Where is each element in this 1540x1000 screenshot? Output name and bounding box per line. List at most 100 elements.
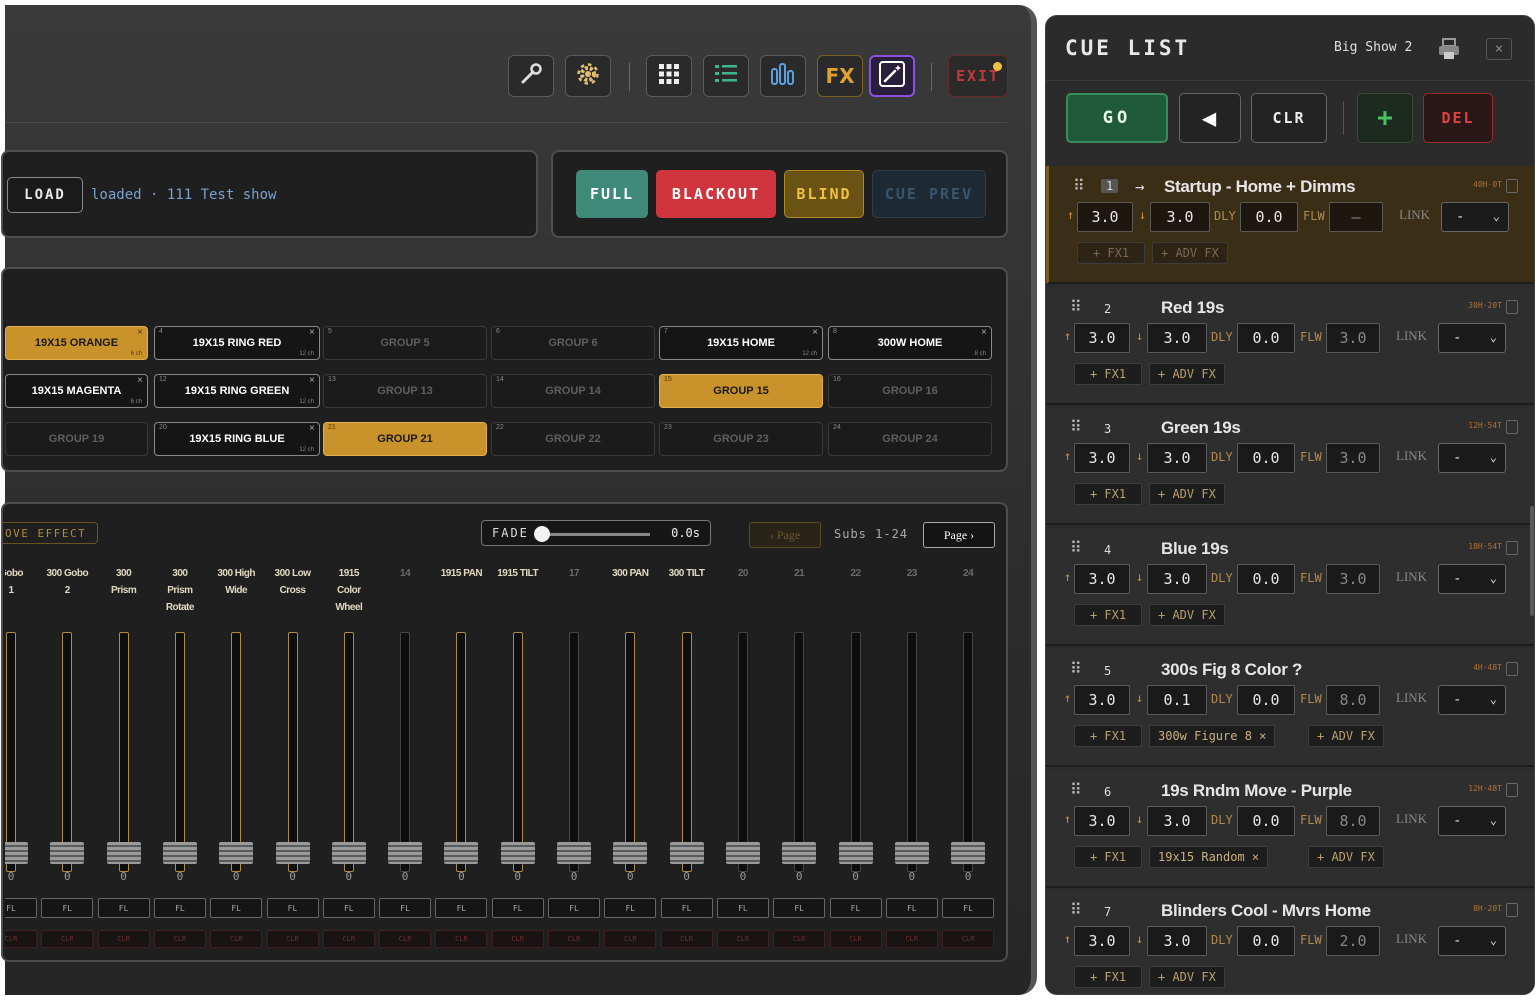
follow-input[interactable]: 3.0 xyxy=(1326,443,1380,474)
fader-knob[interactable] xyxy=(219,842,254,864)
add-fx1-button[interactable]: + FX1 xyxy=(1074,966,1142,989)
fader-track[interactable] xyxy=(512,632,523,872)
drag-handle-icon[interactable]: ⠿ xyxy=(1070,297,1082,316)
fade-up-input[interactable]: 3.0 xyxy=(1077,202,1133,232)
add-fx1-button[interactable]: + FX1 xyxy=(1074,604,1142,627)
fader-track[interactable] xyxy=(737,632,748,872)
drag-handle-icon[interactable]: ⠿ xyxy=(1070,538,1082,557)
fader-track[interactable] xyxy=(625,632,636,872)
back-button[interactable]: ◀ xyxy=(1179,93,1241,143)
link-select[interactable]: - ⌄ xyxy=(1438,805,1506,836)
fade-down-input[interactable]: 3.0 xyxy=(1147,443,1207,474)
cue-row[interactable]: ⠿ 3 Green 19s 12H·54T ↑ 3.0 ↓ 3.0 DLY 0.0 FLW 3.0 LI… xyxy=(1046,407,1534,526)
fader-knob[interactable] xyxy=(613,842,648,864)
delay-input[interactable]: 0.0 xyxy=(1240,202,1298,232)
flash-button[interactable]: FL xyxy=(829,898,882,918)
fader-knob[interactable] xyxy=(106,842,141,864)
fader-knob[interactable] xyxy=(725,842,760,864)
flash-button[interactable]: FL xyxy=(885,898,938,918)
flash-button[interactable]: FL xyxy=(210,898,263,918)
fade-up-input[interactable]: 3.0 xyxy=(1074,805,1130,836)
fader-clear-button[interactable]: CLR xyxy=(773,930,826,948)
flash-button[interactable]: FL xyxy=(41,898,94,918)
fader-track[interactable] xyxy=(287,632,298,872)
assigned-effect-chip[interactable]: 300w Figure 8 × xyxy=(1149,724,1276,747)
add-fx1-button[interactable]: + FX1 xyxy=(1074,362,1142,385)
link-select[interactable]: - ⌄ xyxy=(1438,322,1506,353)
cue-select-checkbox[interactable] xyxy=(1506,661,1518,676)
fader-knob[interactable] xyxy=(557,842,591,864)
cue-row[interactable]: ⠿ 6 19s Rndm Move - Purple 12H·48T ↑ 3.0 ↓ 3.0 D… xyxy=(1046,769,1534,888)
follow-input[interactable]: 3.0 xyxy=(1326,564,1380,595)
fade-down-input[interactable]: 3.0 xyxy=(1150,202,1210,232)
follow-input[interactable]: 2.0 xyxy=(1326,926,1380,957)
link-select[interactable]: - ⌄ xyxy=(1438,684,1506,715)
delete-cue-button[interactable]: DEL xyxy=(1423,93,1493,143)
fader-track[interactable] xyxy=(456,632,467,872)
fader-clear-button[interactable]: CLR xyxy=(266,930,319,948)
add-fx1-button[interactable]: + FX1 xyxy=(1074,724,1142,747)
drag-handle-icon[interactable]: ⠿ xyxy=(1073,176,1085,195)
fade-down-input[interactable]: 3.0 xyxy=(1147,564,1207,595)
fader-knob[interactable] xyxy=(500,842,535,864)
fader-track[interactable] xyxy=(343,632,354,872)
add-adv-fx-button[interactable]: + ADV FX xyxy=(1308,724,1384,747)
cue-row[interactable]: ⠿ 7 Blinders Cool - Mvrs Home 8H·20T ↑ 3.0 ↓ 3.… xyxy=(1046,890,1534,994)
cue-select-checkbox[interactable] xyxy=(1506,541,1518,556)
fader-clear-button[interactable]: CLR xyxy=(322,930,375,948)
fader-track[interactable] xyxy=(906,632,917,872)
add-fx1-button[interactable]: + FX1 xyxy=(1074,845,1142,868)
flash-button[interactable]: FL xyxy=(153,898,206,918)
cue-select-checkbox[interactable] xyxy=(1506,420,1518,435)
fader-track[interactable] xyxy=(400,632,411,872)
fader-knob[interactable] xyxy=(162,842,197,864)
add-cue-button[interactable]: + xyxy=(1357,93,1413,143)
delay-input[interactable]: 0.0 xyxy=(1237,443,1295,474)
fader-clear-button[interactable]: CLR xyxy=(97,930,150,948)
assigned-effect-chip[interactable]: 19x15 Random × xyxy=(1149,845,1269,868)
fader-clear-button[interactable]: CLR xyxy=(379,930,432,948)
fader-knob[interactable] xyxy=(388,842,423,864)
fader-track[interactable] xyxy=(6,632,16,872)
link-select[interactable]: - ⌄ xyxy=(1438,926,1506,957)
fader-knob[interactable] xyxy=(50,842,85,864)
fader-knob[interactable] xyxy=(951,842,986,864)
fade-up-input[interactable]: 3.0 xyxy=(1074,564,1130,595)
printer-icon[interactable] xyxy=(1437,38,1461,64)
follow-input[interactable]: 8.0 xyxy=(1326,684,1380,715)
add-adv-fx-button[interactable]: + ADV FX xyxy=(1308,845,1384,868)
follow-input[interactable]: 8.0 xyxy=(1326,805,1380,836)
fader-clear-button[interactable]: CLR xyxy=(660,930,713,948)
fade-down-input[interactable]: 3.0 xyxy=(1147,926,1207,957)
link-select[interactable]: - ⌄ xyxy=(1438,564,1506,595)
add-adv-fx-button[interactable]: + ADV FX xyxy=(1149,966,1225,989)
flash-button[interactable]: FL xyxy=(379,898,432,918)
fade-up-input[interactable]: 3.0 xyxy=(1074,926,1130,957)
flash-button[interactable]: FL xyxy=(97,898,150,918)
cue-select-checkbox[interactable] xyxy=(1506,782,1518,797)
link-select[interactable]: - ⌄ xyxy=(1441,202,1509,232)
fader-knob[interactable] xyxy=(669,842,704,864)
flash-button[interactable]: FL xyxy=(942,898,995,918)
fader-knob[interactable] xyxy=(838,842,873,864)
cue-select-checkbox[interactable] xyxy=(1506,903,1518,918)
flash-button[interactable]: FL xyxy=(604,898,657,918)
cue-row[interactable]: ⠿ 1 → Startup - Home + Dimms 40H·0T ↑ 3.0 ↓ 3.0 D… xyxy=(1046,166,1534,284)
fader-knob[interactable] xyxy=(444,842,479,864)
flash-button[interactable]: FL xyxy=(548,898,600,918)
go-button[interactable]: GO xyxy=(1066,93,1168,143)
delay-input[interactable]: 0.0 xyxy=(1237,805,1295,836)
delay-input[interactable]: 0.0 xyxy=(1237,564,1295,595)
fader-clear-button[interactable]: CLR xyxy=(604,930,657,948)
fader-clear-button[interactable]: CLR xyxy=(41,930,94,948)
cue-select-checkbox[interactable] xyxy=(1506,179,1518,193)
fader-track[interactable] xyxy=(62,632,73,872)
drag-handle-icon[interactable]: ⠿ xyxy=(1070,780,1082,799)
flash-button[interactable]: FL xyxy=(435,898,488,918)
drag-handle-icon[interactable]: ⠿ xyxy=(1070,659,1082,678)
drag-handle-icon[interactable]: ⠿ xyxy=(1070,900,1082,919)
add-fx1-button[interactable]: + FX1 xyxy=(1077,242,1145,264)
close-button[interactable]: × xyxy=(1486,38,1512,60)
add-fx1-button[interactable]: + FX1 xyxy=(1074,483,1142,506)
fade-up-input[interactable]: 3.0 xyxy=(1074,443,1130,474)
